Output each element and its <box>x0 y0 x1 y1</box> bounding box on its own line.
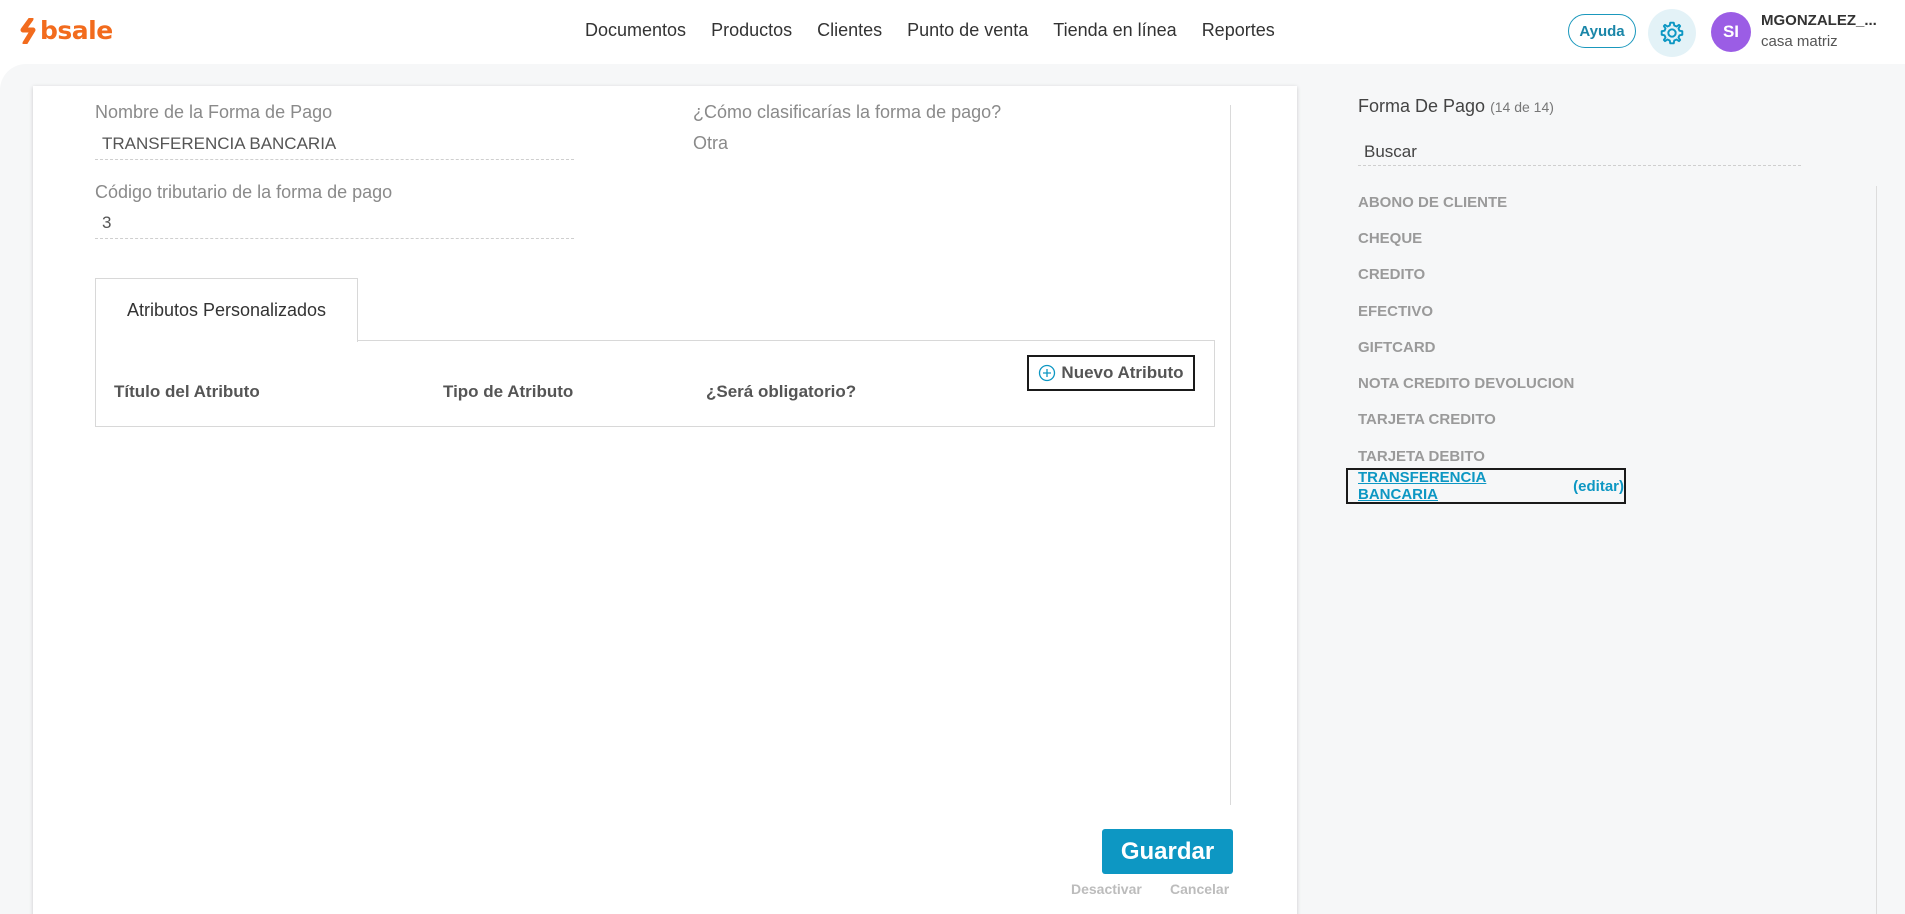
classification-label: ¿Cómo clasificarías la forma de pago? <box>693 102 1002 122</box>
main-nav: Documentos Productos Clientes Punto de v… <box>585 20 1275 41</box>
search-input[interactable]: Buscar <box>1358 142 1801 166</box>
nav-punto-de-venta[interactable]: Punto de venta <box>907 20 1028 41</box>
plus-circle-icon <box>1039 364 1056 382</box>
bsale-logo[interactable]: bsale <box>20 16 113 45</box>
cancel-link[interactable]: Cancelar <box>1170 881 1229 897</box>
top-bar: bsale Documentos Productos Clientes Punt… <box>0 0 1905 64</box>
bsale-logo-icon <box>20 17 36 44</box>
deactivate-link[interactable]: Desactivar <box>1071 881 1142 897</box>
card-divider <box>1230 105 1231 805</box>
gear-icon <box>1660 21 1684 45</box>
nav-tienda-en-linea[interactable]: Tienda en línea <box>1053 20 1176 41</box>
nav-documentos[interactable]: Documentos <box>585 20 686 41</box>
logo-text: bsale <box>40 16 113 45</box>
nav-reportes[interactable]: Reportes <box>1202 20 1275 41</box>
user-name[interactable]: MGONZALEZ_... <box>1761 12 1877 29</box>
save-button[interactable]: Guardar <box>1102 829 1233 874</box>
sidebar-title-text: Forma De Pago <box>1358 96 1486 116</box>
payment-method-list: ABONO DE CLIENTE CHEQUE CREDITO EFECTIVO… <box>1358 184 1574 474</box>
edit-link[interactable]: (editar) <box>1573 478 1624 495</box>
sidebar-count: (14 de 14) <box>1490 99 1554 115</box>
name-label: Nombre de la Forma de Pago <box>95 102 333 122</box>
list-item[interactable]: GIFTCARD <box>1358 329 1574 365</box>
list-item[interactable]: CHEQUE <box>1358 220 1574 256</box>
nav-clientes[interactable]: Clientes <box>817 20 882 41</box>
new-attribute-label: Nuevo Atributo <box>1061 363 1184 382</box>
new-attribute-button[interactable]: Nuevo Atributo <box>1027 355 1195 391</box>
nav-productos[interactable]: Productos <box>711 20 792 41</box>
tax-code-label: Código tributario de la forma de pago <box>95 182 393 202</box>
active-item-label[interactable]: TRANSFERENCIA BANCARIA <box>1358 469 1565 503</box>
user-branch: casa matriz <box>1761 33 1838 50</box>
list-item[interactable]: NOTA CREDITO DEVOLUCION <box>1358 365 1574 401</box>
name-field[interactable]: TRANSFERENCIA BANCARIA <box>95 134 574 160</box>
tax-code-field[interactable]: 3 <box>95 213 574 239</box>
active-list-item[interactable]: TRANSFERENCIA BANCARIA (editar) <box>1346 468 1626 504</box>
sidebar-title: Forma De Pago (14 de 14) <box>1358 96 1554 117</box>
help-button[interactable]: Ayuda <box>1568 14 1636 48</box>
tab-custom-attributes[interactable]: Atributos Personalizados <box>95 278 358 342</box>
settings-button[interactable] <box>1648 9 1696 57</box>
list-item[interactable]: EFECTIVO <box>1358 293 1574 329</box>
list-item[interactable]: TARJETA CREDITO <box>1358 402 1574 438</box>
list-item[interactable]: CREDITO <box>1358 257 1574 293</box>
column-required: ¿Será obligatorio? <box>706 382 857 401</box>
list-item[interactable]: ABONO DE CLIENTE <box>1358 184 1574 220</box>
avatar[interactable]: SI <box>1711 12 1751 52</box>
classification-value[interactable]: Otra <box>693 133 728 154</box>
sidebar-divider <box>1876 186 1877 914</box>
column-attribute-type: Tipo de Atributo <box>443 382 574 401</box>
payment-method-form-card <box>33 86 1297 914</box>
column-attribute-title: Título del Atributo <box>114 382 260 401</box>
